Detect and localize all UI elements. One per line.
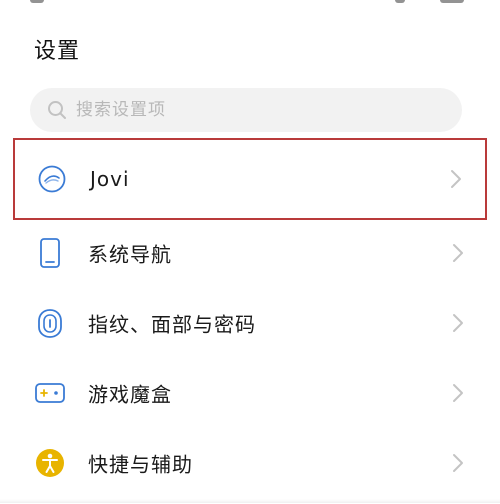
settings-item-label: 指纹、面部与密码 [88,312,256,337]
accessibility-icon [33,446,67,480]
settings-item-jovi[interactable]: Jovi [13,138,487,220]
chevron-right-icon [451,382,465,404]
search-input[interactable] [76,100,416,120]
settings-item-shortcuts-accessibility[interactable]: 快捷与辅助 [13,422,487,504]
status-bar [0,0,500,10]
jovi-icon [35,162,69,196]
fingerprint-icon [33,306,67,340]
search-bar[interactable] [30,88,462,132]
settings-item-label: 系统导航 [88,242,172,267]
settings-item-label: 快捷与辅助 [88,452,193,477]
chevron-right-icon [451,242,465,264]
game-box-icon [33,376,67,410]
bottom-edge [0,499,500,503]
chevron-right-icon [451,312,465,334]
phone-navigation-icon [33,236,67,270]
search-icon [46,99,68,121]
chevron-right-icon [451,452,465,474]
settings-item-label: Jovi [90,167,130,191]
settings-item-label: 游戏魔盒 [88,382,172,407]
chevron-right-icon [449,168,463,190]
page-title: 设置 [34,39,81,64]
